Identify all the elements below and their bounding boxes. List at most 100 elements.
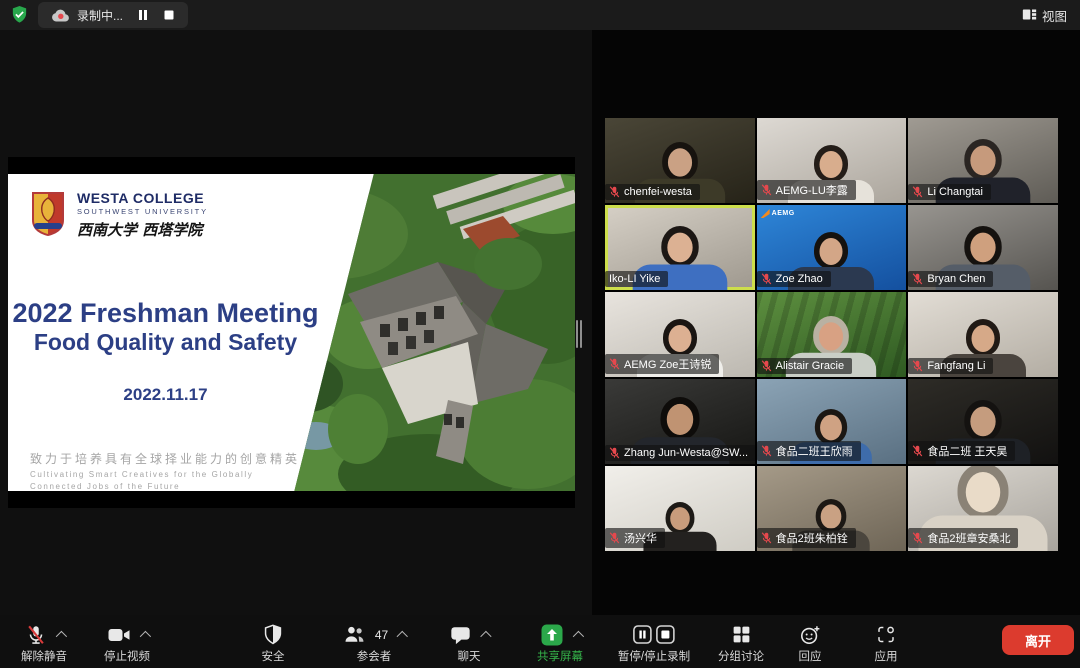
participant-name: Li Changtai: [927, 186, 983, 198]
participant-name-tag: 食品2班章安桑北: [908, 528, 1018, 548]
toolbar-label: 共享屏幕: [537, 648, 583, 664]
muted-mic-icon: [761, 184, 772, 196]
chevron-up-icon[interactable]: [480, 630, 491, 641]
participant-name: Bryan Chen: [927, 273, 985, 285]
participant-tile[interactable]: AEMG-LU李露: [757, 118, 907, 203]
view-button-label: 视图: [1042, 6, 1067, 25]
top-bar: 录制中... 视图: [0, 0, 1080, 30]
participant-count: 47: [375, 628, 388, 642]
gallery-view-icon: [1022, 7, 1037, 25]
video-icon: [107, 623, 131, 647]
panel-resize-handle[interactable]: [576, 320, 582, 348]
participant-tile[interactable]: 汤兴华: [605, 466, 755, 551]
toolbar-share-screen-button[interactable]: 共享屏幕: [537, 621, 583, 664]
muted-mic-icon: [609, 358, 620, 370]
toolbar-unmute-button[interactable]: 解除静音: [21, 621, 67, 664]
participant-name-tag: AEMG-LU李露: [757, 180, 856, 200]
participant-name: Zoe Zhao: [776, 273, 823, 285]
stop-recording-button[interactable]: [163, 9, 175, 21]
participant-name-tag: 食品二班 王天昊: [908, 441, 1015, 461]
participant-name-tag: Li Changtai: [908, 184, 991, 200]
breakout-icon: [731, 624, 752, 645]
toolbar-label: 暂停/停止录制: [618, 648, 690, 664]
participant-tile[interactable]: chenfei-westa: [605, 118, 755, 203]
shield-icon: [263, 624, 284, 645]
participant-name-tag: Zhang Jun-Westa@SW...: [605, 445, 755, 461]
toolbar-chat-button[interactable]: 聊天: [450, 621, 489, 664]
participant-tile[interactable]: 食品2班朱柏铨: [757, 466, 907, 551]
participant-grid: chenfei-westa AEMG-LU李露 Li Changtai Iko-LI …: [605, 118, 1058, 551]
participant-tile[interactable]: Li Changtai: [908, 118, 1058, 203]
participant-name: AEMG-LU李露: [776, 182, 848, 198]
toolbar-pause-stop-recording-button[interactable]: 暂停/停止录制: [618, 621, 690, 664]
participant-name-tag: Fangfang Li: [908, 358, 993, 374]
chevron-up-icon[interactable]: [397, 630, 408, 641]
participant-name: Iko-LI Yike: [609, 273, 660, 285]
muted-mic-icon: [912, 273, 923, 285]
cloud-recording-icon: [51, 8, 71, 22]
participant-name: 汤兴华: [624, 530, 657, 546]
muted-mic-icon: [912, 186, 923, 198]
slide-footer: 致力于培养具有全球择业能力的创意精英 Cultivating Smart Cre…: [30, 450, 300, 491]
logo-subtitle: SOUTHWEST UNIVERSITY: [77, 207, 208, 216]
rec-controls-icon: [633, 623, 675, 647]
participant-name-tag: 汤兴华: [605, 528, 665, 548]
participant-tile[interactable]: Zhang Jun-Westa@SW...: [605, 379, 755, 464]
muted-mic-icon: [761, 273, 772, 285]
participant-name-tag: Iko-LI Yike: [605, 271, 668, 287]
logo-title: WESTA COLLEGE: [77, 190, 208, 206]
slide-title-line2: Food Quality and Safety: [8, 329, 323, 356]
toolbar-stop-video-button[interactable]: 停止视频: [104, 621, 150, 664]
toolbar-label: 分组讨论: [718, 648, 764, 664]
participant-name: AEMG Zoe王诗锐: [624, 356, 711, 372]
participant-tile[interactable]: Bryan Chen: [908, 205, 1058, 290]
participant-name-tag: Bryan Chen: [908, 271, 993, 287]
muted-mic-icon: [609, 447, 620, 459]
slide-date: 2022.11.17: [8, 385, 323, 405]
participant-name-tag: 食品二班王欣雨: [757, 441, 861, 461]
participant-tile[interactable]: 食品二班王欣雨: [757, 379, 907, 464]
toolbar-security-button[interactable]: 安全: [262, 621, 285, 664]
muted-mic-icon: [761, 445, 772, 457]
toolbar-label: 聊天: [458, 648, 481, 664]
toolbar-reactions-button[interactable]: 回应: [799, 621, 822, 664]
toolbar-apps-button[interactable]: 应用: [875, 621, 898, 664]
participant-name: 食品2班朱柏铨: [776, 530, 848, 546]
participant-tile[interactable]: 食品2班章安桑北: [908, 466, 1058, 551]
participant-name-tag: 食品2班朱柏铨: [757, 528, 856, 548]
participant-tile[interactable]: 食品二班 王天昊: [908, 379, 1058, 464]
slide-footer-english-2: Connected Jobs of the Future: [30, 482, 300, 491]
toolbar-label: 参会者: [357, 648, 392, 664]
participant-tile[interactable]: AEMGZoe Zhao: [757, 205, 907, 290]
toolbar-label: 回应: [799, 648, 822, 664]
share-icon: [540, 623, 564, 647]
participant-name-tag: AEMG Zoe王诗锐: [605, 354, 719, 374]
slide-footer-chinese: 致力于培养具有全球择业能力的创意精英: [30, 450, 300, 467]
apps-icon: [876, 624, 897, 645]
college-crest-icon: [30, 190, 66, 238]
muted-mic-icon: [609, 532, 620, 544]
leave-meeting-button[interactable]: 离开: [1002, 625, 1074, 655]
view-button[interactable]: 视图: [1022, 6, 1067, 25]
recording-status-label: 录制中...: [77, 7, 123, 24]
users-icon: [343, 623, 366, 646]
toolbar-label: 停止视频: [104, 648, 150, 664]
toolbar-participants-button[interactable]: 47 参会者: [343, 621, 405, 664]
participant-tile[interactable]: AEMG Zoe王诗锐: [605, 292, 755, 377]
participant-tile[interactable]: Fangfang Li: [908, 292, 1058, 377]
chat-icon: [450, 624, 472, 646]
meeting-toolbar: 解除静音 停止视频 安全 47 参会者 聊天 共享屏幕 暂停/停止录制 分组讨论 回应 应用 离开: [0, 615, 1080, 668]
participant-tile[interactable]: Iko-LI Yike: [605, 205, 755, 290]
participant-name-tag: Alistair Gracie: [757, 358, 852, 374]
toolbar-label: 解除静音: [21, 648, 67, 664]
meeting-secure-shield-icon: [10, 5, 29, 24]
toolbar-breakout-rooms-button[interactable]: 分组讨论: [718, 621, 764, 664]
chevron-up-icon[interactable]: [572, 630, 583, 641]
participant-name: Fangfang Li: [927, 360, 985, 372]
reaction-icon: [799, 624, 821, 646]
chevron-up-icon[interactable]: [139, 630, 150, 641]
pause-recording-button[interactable]: [137, 9, 149, 21]
recording-indicator: 录制中...: [38, 2, 188, 28]
chevron-up-icon[interactable]: [55, 630, 66, 641]
participant-tile[interactable]: Alistair Gracie: [757, 292, 907, 377]
